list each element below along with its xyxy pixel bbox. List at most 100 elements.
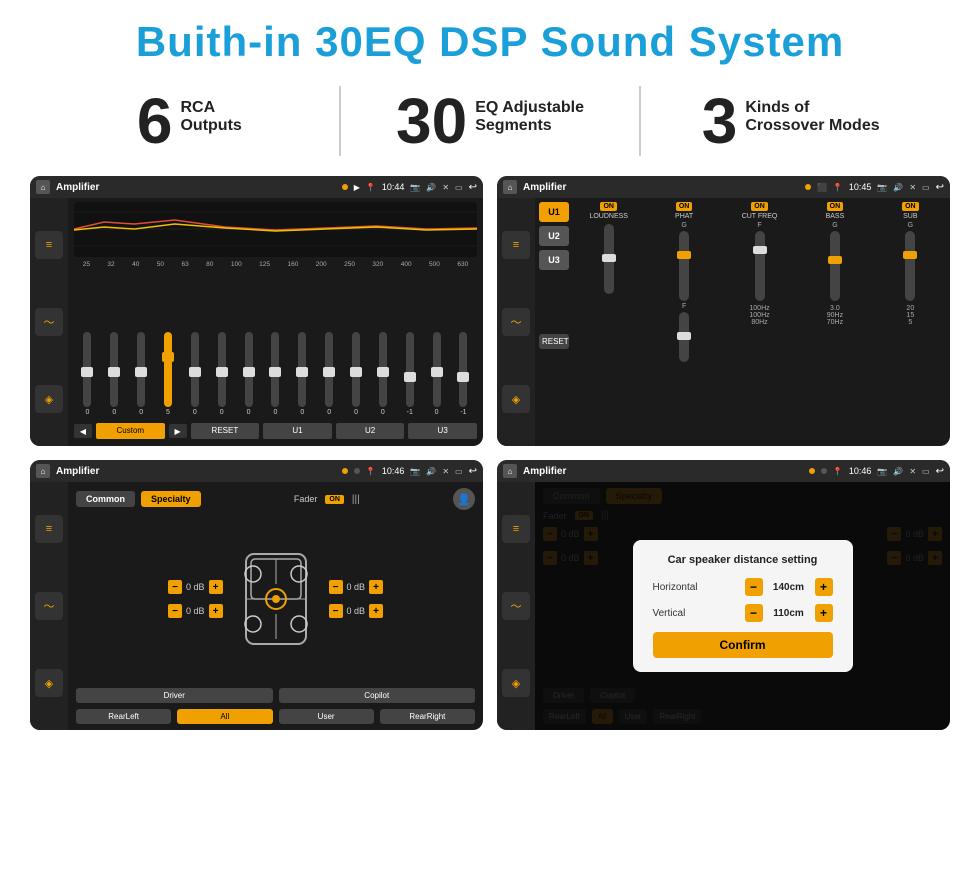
home-icon-3[interactable]: ⌂ — [36, 464, 50, 478]
slider-2[interactable]: 0 — [137, 332, 145, 416]
eq-prev-btn[interactable]: ◀ — [74, 424, 92, 438]
dialog-vertical-plus[interactable]: + — [815, 604, 833, 622]
eq-filter-btn[interactable]: ≡ — [35, 231, 63, 259]
slider-12[interactable]: -1 — [406, 332, 414, 416]
slider-10[interactable]: 0 — [352, 332, 360, 416]
loudness-on[interactable]: ON — [600, 202, 617, 211]
db-minus-bl[interactable]: − — [168, 604, 182, 618]
db-plus-br[interactable]: + — [369, 604, 383, 618]
amp-reset-btn[interactable]: RESET — [539, 334, 569, 349]
s3-rearleft-btn[interactable]: RearLeft — [76, 709, 171, 724]
db-plus-tl[interactable]: + — [209, 580, 223, 594]
slider-0[interactable]: 0 — [83, 332, 91, 416]
phat-label: PHAT — [675, 213, 693, 220]
eq-graph-svg — [74, 202, 477, 257]
cutfreq-on[interactable]: ON — [751, 202, 768, 211]
stat-line1-eq: EQ Adjustable — [475, 99, 584, 117]
db-minus-br[interactable]: − — [329, 604, 343, 618]
back-icon-4[interactable]: ↩ — [936, 466, 944, 477]
bass-slider[interactable] — [830, 231, 840, 301]
sub-label: SUB — [903, 213, 917, 220]
slider-7[interactable]: 0 — [271, 332, 279, 416]
s3-wave-btn[interactable]: 〜 — [35, 592, 63, 620]
s4-filter-btn[interactable]: ≡ — [502, 515, 530, 543]
db-plus-bl[interactable]: + — [209, 604, 223, 618]
loudness-slider[interactable] — [604, 224, 614, 294]
slider-9[interactable]: 0 — [325, 332, 333, 416]
s3-tab-common[interactable]: Common — [76, 491, 135, 507]
statusbar-1: ⌂ Amplifier ▶ 📍 10:44 📷 🔊 ✕ ▭ ↩ — [30, 176, 483, 198]
dialog-vertical-control: − 110cm + — [745, 604, 833, 622]
amp-vol-btn[interactable]: ◈ — [502, 385, 530, 413]
phat-slider2[interactable] — [679, 312, 689, 362]
eq-play-btn[interactable]: ▶ — [169, 424, 187, 438]
slider-11[interactable]: 0 — [379, 332, 387, 416]
stat-crossover: 3 Kinds of Crossover Modes — [661, 89, 920, 153]
s4-wave-btn[interactable]: 〜 — [502, 592, 530, 620]
s3-filter-btn[interactable]: ≡ — [35, 515, 63, 543]
slider-1[interactable]: 0 — [110, 332, 118, 416]
s3-user-icon[interactable]: 👤 — [453, 488, 475, 510]
slider-8[interactable]: 0 — [298, 332, 306, 416]
dialog-vertical-minus[interactable]: − — [745, 604, 763, 622]
amp-wave-btn[interactable]: 〜 — [502, 308, 530, 336]
s3-tabs-row: Common Specialty — [76, 491, 201, 507]
eq-u3-btn[interactable]: U3 — [408, 423, 477, 439]
amp-u3-btn[interactable]: U3 — [539, 250, 569, 270]
sub-slider[interactable] — [905, 231, 915, 301]
fader-on-badge[interactable]: ON — [325, 495, 344, 504]
amp-u1-btn[interactable]: U1 — [539, 202, 569, 222]
slider-4[interactable]: 0 — [191, 332, 199, 416]
dot-4 — [809, 468, 815, 474]
freq-320: 320 — [372, 261, 383, 268]
slider-5[interactable]: 0 — [218, 332, 226, 416]
home-icon-2[interactable]: ⌂ — [503, 180, 517, 194]
db-minus-tl[interactable]: − — [168, 580, 182, 594]
s3-user-btn[interactable]: User — [279, 709, 374, 724]
phat-on[interactable]: ON — [676, 202, 693, 211]
sub-on[interactable]: ON — [902, 202, 919, 211]
freq-100: 100 — [231, 261, 242, 268]
close-icon-3: ✕ — [442, 467, 449, 476]
db-val-br: 0 dB — [347, 606, 366, 616]
s3-rearright-btn[interactable]: RearRight — [380, 709, 475, 724]
eq-wave-btn[interactable]: 〜 — [35, 308, 63, 336]
eq-custom-btn[interactable]: Custom — [96, 423, 165, 439]
eq-u2-btn[interactable]: U2 — [336, 423, 405, 439]
dot-3b — [354, 468, 360, 474]
bass-on[interactable]: ON — [827, 202, 844, 211]
amp-u2-btn[interactable]: U2 — [539, 226, 569, 246]
s3-vol-btn[interactable]: ◈ — [35, 669, 63, 697]
slider-14[interactable]: -1 — [459, 332, 467, 416]
stat-number-rca: 6 — [137, 89, 173, 153]
s3-copilot-btn[interactable]: Copilot — [279, 688, 476, 703]
back-icon-3[interactable]: ↩ — [469, 466, 477, 477]
slider-13[interactable]: 0 — [433, 332, 441, 416]
eq-u1-btn[interactable]: U1 — [263, 423, 332, 439]
cutfreq-slider1[interactable] — [755, 231, 765, 301]
slider-3[interactable]: 5 — [164, 332, 172, 416]
dialog-horizontal-minus[interactable]: − — [745, 578, 763, 596]
s3-all-btn[interactable]: All — [177, 709, 272, 724]
s3-tab-specialty[interactable]: Specialty — [141, 491, 201, 507]
slider-6[interactable]: 0 — [245, 332, 253, 416]
back-icon-1[interactable]: ↩ — [469, 182, 477, 193]
dialog-horizontal-plus[interactable]: + — [815, 578, 833, 596]
amp-channels-col: U1 U2 U3 RESET — [539, 202, 569, 442]
eq-reset-btn[interactable]: RESET — [191, 423, 260, 439]
stat-line2-crossover: Crossover Modes — [745, 117, 879, 135]
amp-filter-btn[interactable]: ≡ — [502, 231, 530, 259]
s4-vol-btn[interactable]: ◈ — [502, 669, 530, 697]
dialog-vertical-label: Vertical — [653, 608, 686, 619]
db-minus-tr[interactable]: − — [329, 580, 343, 594]
phat-slider[interactable] — [679, 231, 689, 301]
time-3: 10:46 — [382, 466, 405, 476]
eq-vol-btn[interactable]: ◈ — [35, 385, 63, 413]
back-icon-2[interactable]: ↩ — [936, 182, 944, 193]
s3-driver-btn[interactable]: Driver — [76, 688, 273, 703]
home-icon-1[interactable]: ⌂ — [36, 180, 50, 194]
home-icon-4[interactable]: ⌂ — [503, 464, 517, 478]
confirm-button[interactable]: Confirm — [653, 632, 833, 658]
db-plus-tr[interactable]: + — [369, 580, 383, 594]
dot-3 — [342, 468, 348, 474]
